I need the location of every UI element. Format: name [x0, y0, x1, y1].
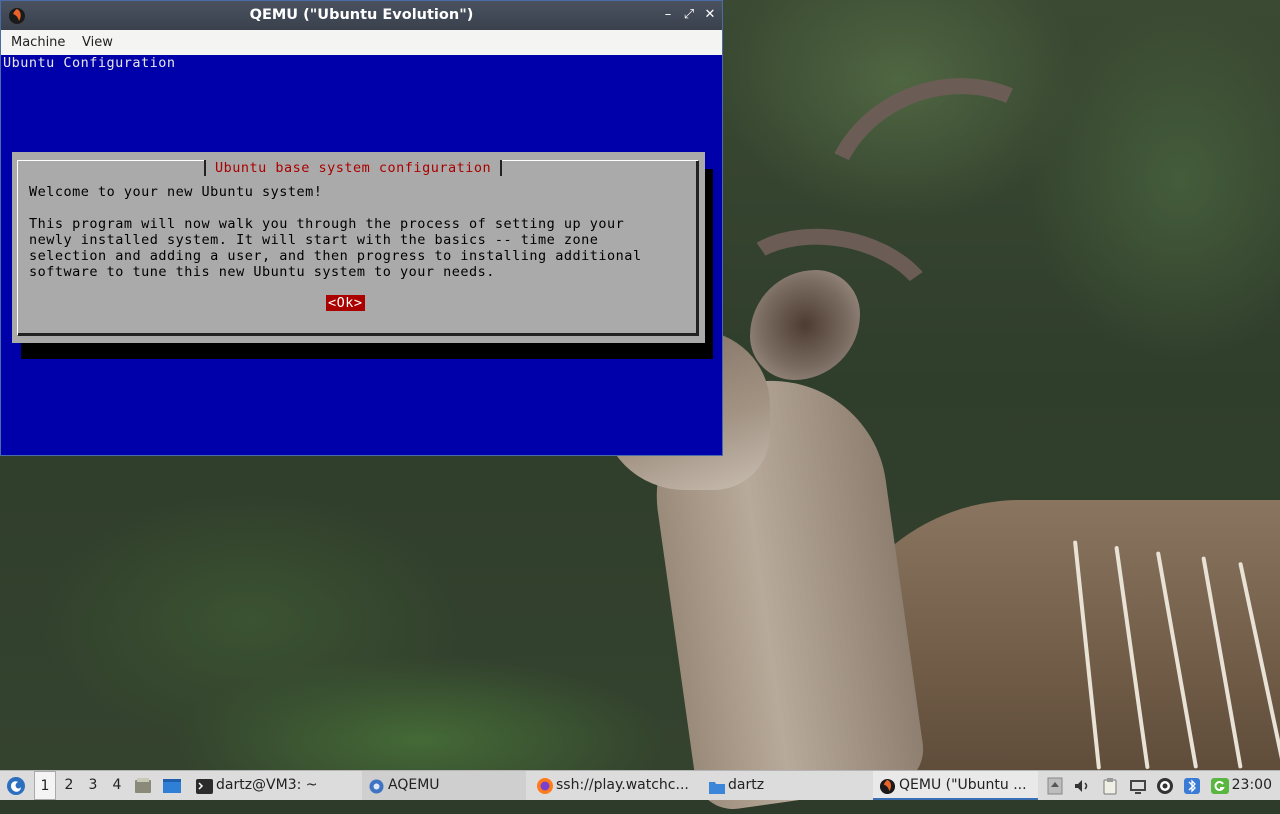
update-manager-icon[interactable] — [1210, 777, 1229, 795]
clock[interactable]: 23:00 — [1232, 771, 1272, 800]
taskbar-task-qemu[interactable]: QEMU ("Ubuntu ... — [873, 771, 1038, 800]
taskbar-task-firefox[interactable]: ssh://play.watchc... — [530, 771, 700, 800]
menu-machine[interactable]: Machine — [11, 30, 65, 55]
window-titlebar[interactable]: QEMU ("Ubuntu Evolution") – ⤢ ✕ — [1, 1, 722, 30]
folder-icon — [708, 777, 725, 794]
network-icon[interactable] — [1156, 777, 1174, 795]
taskbar-task-folder[interactable]: dartz — [702, 771, 870, 800]
minimize-button[interactable]: – — [660, 7, 676, 23]
ok-button[interactable]: <Ok> — [326, 295, 365, 311]
workspace-4[interactable]: 4 — [106, 771, 128, 800]
dialog-welcome-text: Welcome to your new Ubuntu system! — [29, 184, 323, 200]
bluetooth-icon[interactable] — [1183, 777, 1201, 795]
dialog-body-line: This program will now walk you through t… — [29, 216, 625, 232]
qemu-window: QEMU ("Ubuntu Evolution") – ⤢ ✕ Machine … — [0, 0, 723, 456]
menu-view[interactable]: View — [82, 30, 113, 55]
aqemu-icon — [368, 777, 385, 794]
dialog-body-line: selection and adding a user, and then pr… — [29, 248, 642, 264]
terminal-icon — [196, 777, 213, 794]
menu-bar: Machine View — [1, 30, 722, 56]
config-dialog: Ubuntu base system configuration Welcome… — [12, 152, 705, 343]
taskbar-task-aqemu[interactable]: AQEMU — [362, 771, 526, 800]
firefox-icon — [536, 777, 553, 794]
taskbar-task-terminal[interactable]: dartz@VM3: ~ — [190, 771, 358, 800]
dialog-title: Ubuntu base system configuration — [204, 160, 503, 176]
task-label: ssh://play.watchc... — [556, 777, 689, 793]
workspace-3[interactable]: 3 — [82, 771, 104, 800]
file-manager-launcher-icon[interactable] — [134, 777, 152, 795]
dialog-body-line: software to tune this new Ubuntu system … — [29, 264, 495, 280]
qemu-icon — [879, 777, 896, 795]
vm-console[interactable]: Ubuntu Configuration Ubuntu base system … — [1, 55, 722, 455]
dialog-body-line: newly installed system. It will start wi… — [29, 232, 599, 248]
taskbar: 1 2 3 4 dartz@VM3: ~ AQEMU ssh://play.wa… — [0, 770, 1280, 800]
desktop-launcher-icon[interactable] — [162, 777, 181, 795]
task-label: dartz@VM3: ~ — [216, 777, 318, 793]
start-menu-icon[interactable] — [6, 776, 26, 796]
workspace-1[interactable]: 1 — [34, 771, 56, 800]
volume-icon[interactable] — [1073, 777, 1091, 795]
task-label: QEMU ("Ubuntu ... — [899, 777, 1027, 793]
task-label: dartz — [728, 777, 765, 793]
task-label: AQEMU — [388, 777, 440, 793]
display-icon[interactable] — [1129, 777, 1147, 795]
window-title: QEMU ("Ubuntu Evolution") — [249, 7, 474, 23]
close-button[interactable]: ✕ — [702, 7, 718, 23]
console-header: Ubuntu Configuration — [3, 55, 176, 71]
tray-scroll-icon[interactable] — [1047, 777, 1063, 795]
workspace-2[interactable]: 2 — [58, 771, 80, 800]
maximize-button[interactable]: ⤢ — [681, 7, 697, 23]
clipboard-icon[interactable] — [1101, 777, 1119, 795]
